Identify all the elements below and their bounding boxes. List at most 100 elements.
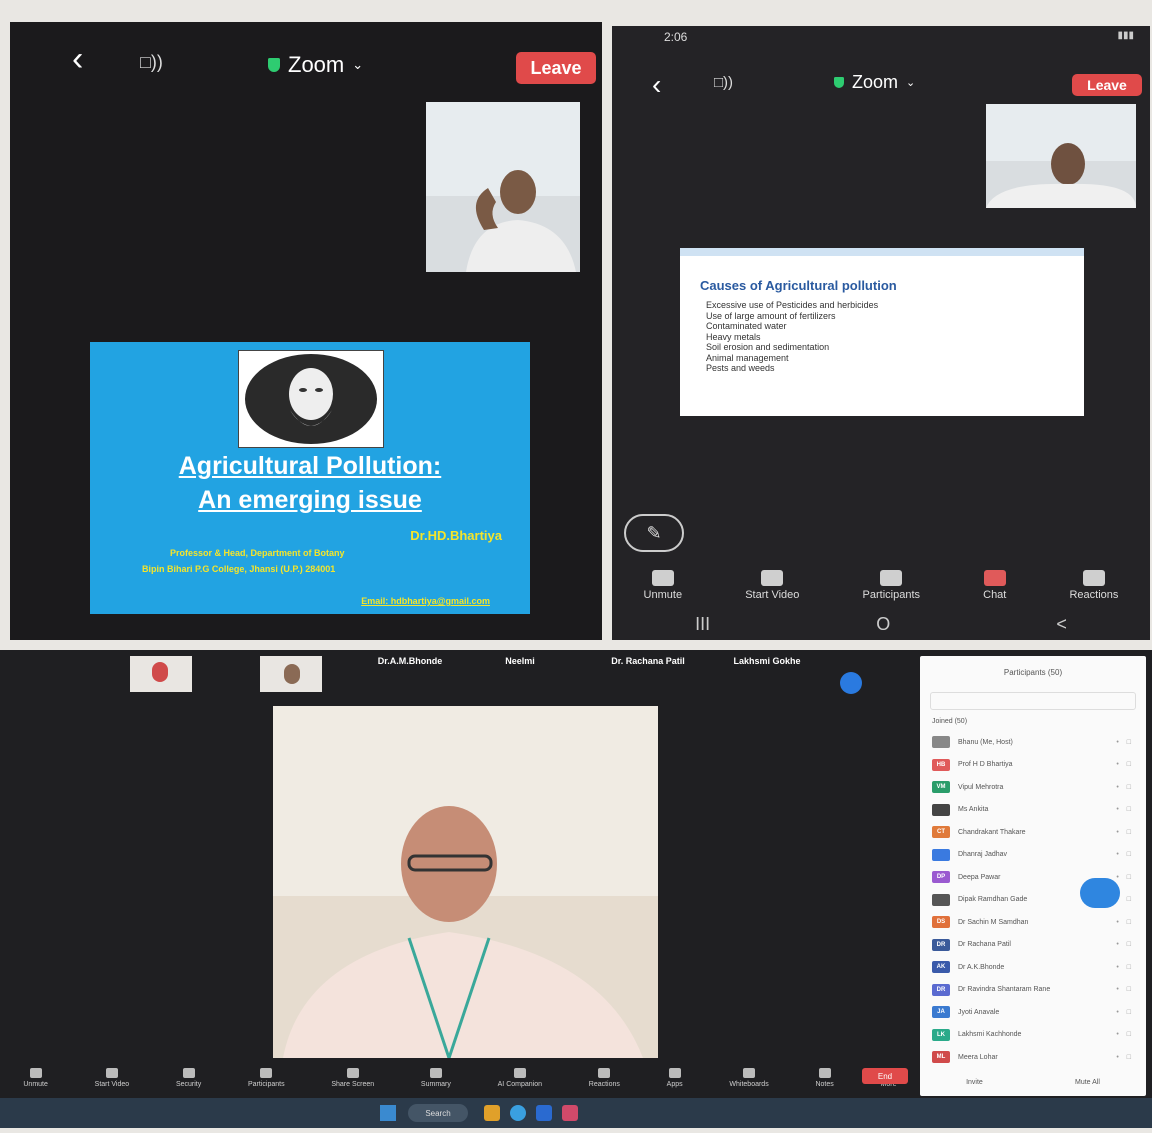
shield-icon <box>834 77 844 88</box>
zoom-menu[interactable]: Zoom ⌄ <box>268 52 363 78</box>
windows-start-icon[interactable] <box>380 1105 396 1121</box>
mic-camera-icon: • □ <box>1116 828 1134 836</box>
speaker-icon[interactable]: □)) <box>714 74 733 91</box>
toolbar-button[interactable]: Summary <box>421 1068 451 1088</box>
toolbar-button[interactable]: Reactions <box>589 1068 620 1088</box>
toolbar-button[interactable]: Whiteboards <box>729 1068 769 1088</box>
participant-thumbnail[interactable] <box>130 656 192 692</box>
slide-bullet: Use of large amount of fertilizers <box>706 310 836 321</box>
participant-row[interactable]: HB Prof H D Bhartiya • □ <box>920 754 1146 777</box>
avatar: HB <box>932 758 950 771</box>
toolbar-button[interactable]: Unmute <box>23 1068 48 1088</box>
self-video[interactable] <box>426 102 580 272</box>
taskbar-search[interactable]: Search <box>408 1104 468 1122</box>
home-icon[interactable]: O <box>876 614 890 635</box>
next-page-icon[interactable] <box>840 672 862 694</box>
chevron-down-icon: ⌄ <box>352 57 364 72</box>
participant-tile[interactable]: Neelmi <box>470 656 570 690</box>
participants-button[interactable]: Participants <box>863 570 920 601</box>
toolbar-button[interactable]: Apps <box>667 1068 683 1088</box>
slide-bullet: Contaminated water <box>706 321 787 331</box>
toolbar-button[interactable]: Start Video <box>94 1068 130 1088</box>
participant-row[interactable]: Dhanraj Jadhav • □ <box>920 844 1146 867</box>
zoom-label: Zoom <box>852 72 899 92</box>
toolbar-button[interactable]: Participants <box>248 1068 285 1088</box>
search-input[interactable] <box>930 692 1136 710</box>
zoom-menu[interactable]: Zoom ⌄ <box>834 72 915 93</box>
participant-row[interactable]: Bhanu (Me, Host) • □ <box>920 731 1146 754</box>
mute-all-button[interactable]: Mute All <box>1075 1079 1100 1086</box>
back-nav-icon[interactable]: < <box>1056 614 1067 635</box>
browser-icon[interactable] <box>510 1105 526 1121</box>
meeting-toolbar: Unmute Start Video Participants Chat Rea… <box>612 570 1150 601</box>
chevron-down-icon: ⌄ <box>906 77 916 89</box>
participant-row[interactable]: Ms Ankita • □ <box>920 799 1146 822</box>
participant-row[interactable]: LK Lakhsmi Kachhonde • □ <box>920 1024 1146 1047</box>
toolbar-icon <box>818 1068 831 1078</box>
zoom-mobile-screen-1: ‹ □)) Zoom ⌄ Leave Agricultural Pollutio… <box>10 22 602 640</box>
slide-bullet: Animal management <box>706 352 789 363</box>
reactions-button[interactable]: Reactions <box>1069 570 1118 601</box>
participant-thumbnail[interactable] <box>260 656 322 692</box>
end-button[interactable]: End <box>862 1068 908 1084</box>
leave-button[interactable]: Leave <box>516 52 596 84</box>
participant-name: Dr Rachana Patil <box>958 941 1011 949</box>
participant-row[interactable]: AK Dr A.K.Bhonde • □ <box>920 956 1146 979</box>
edit-icon[interactable]: ✎ <box>624 514 684 552</box>
zoom-app-icon[interactable] <box>536 1105 552 1121</box>
slide-causes: Causes of Agricultural pollution Excessi… <box>680 248 1084 416</box>
toolbar-icon <box>105 1068 118 1078</box>
participant-name: Dr Ravindra Shantaram Rane <box>958 986 1051 994</box>
participants-panel: Participants (50) Joined (50) Bhanu (Me,… <box>920 656 1146 1096</box>
portrait-image <box>238 350 384 448</box>
floating-action-icon[interactable] <box>1080 878 1120 908</box>
participant-row[interactable]: DS Dr Sachin M Samdhan • □ <box>920 911 1146 934</box>
participant-row[interactable]: DR Dr Rachana Patil • □ <box>920 934 1146 957</box>
participant-tile[interactable]: Dr. Rachana Patil <box>590 656 706 690</box>
mic-camera-icon: • □ <box>1116 1008 1134 1016</box>
toolbar-button[interactable]: Share Screen <box>331 1068 374 1088</box>
toolbar-label: Participants <box>862 589 921 601</box>
participant-name: Dr A.K.Bhonde <box>958 963 1005 971</box>
file-explorer-icon[interactable] <box>484 1105 500 1121</box>
invite-button[interactable]: Invite <box>966 1079 983 1086</box>
participant-row[interactable]: VM Vipul Mehrotra • □ <box>920 776 1146 799</box>
self-video[interactable] <box>986 104 1136 208</box>
participants-title: Participants (50) <box>1003 668 1063 677</box>
avatar: ML <box>932 1051 950 1064</box>
toolbar-button[interactable]: Notes <box>815 1068 834 1088</box>
toolbar-label: Share Screen <box>331 1081 375 1088</box>
start-video-button[interactable]: Start Video <box>745 570 799 601</box>
participants-icon <box>880 570 903 586</box>
back-icon[interactable]: ‹ <box>652 68 661 102</box>
participant-row[interactable]: ML Meera Lohar • □ <box>920 1046 1146 1069</box>
participant-row[interactable]: CT Chandrakant Thakare • □ <box>920 821 1146 844</box>
participant-name: Dipak Ramdhan Gade <box>958 896 1028 904</box>
slide-heading: Causes of Agricultural pollution <box>700 278 897 293</box>
participants-section: Joined (50) <box>932 718 968 725</box>
slide-bullet: Pests and weeds <box>706 363 775 373</box>
participant-tile[interactable]: Lakhsmi Gokhe <box>712 656 822 690</box>
mic-camera-icon: • □ <box>1116 783 1134 791</box>
back-icon[interactable]: ‹ <box>72 42 83 76</box>
recents-icon[interactable]: III <box>695 614 710 635</box>
app-icon[interactable] <box>562 1105 578 1121</box>
participant-tile[interactable]: Dr.A.M.Bhonde <box>360 656 460 690</box>
toolbar-label: Unmute <box>643 589 683 601</box>
toolbar-icon <box>513 1068 526 1078</box>
toolbar-button[interactable]: Security <box>176 1068 201 1088</box>
unmute-button[interactable]: Unmute <box>643 570 683 601</box>
mic-camera-icon: • □ <box>1116 986 1134 994</box>
slide-bullets: Excessive use of Pesticides and herbicid… <box>706 300 878 374</box>
leave-button[interactable]: Leave <box>1072 74 1142 96</box>
meeting-toolbar: Unmute Start Video Security Participants Sha… <box>0 1058 920 1098</box>
avatar <box>932 893 950 906</box>
toolbar-label: Start Video <box>94 1081 130 1088</box>
chat-button[interactable]: Chat <box>983 570 1006 601</box>
mic-camera-icon: • □ <box>1116 806 1134 814</box>
toolbar-button[interactable]: AI Companion <box>498 1068 542 1088</box>
speaker-icon[interactable]: □)) <box>140 52 163 73</box>
participant-row[interactable]: JA Jyoti Anavale • □ <box>920 1001 1146 1024</box>
participant-row[interactable]: DR Dr Ravindra Shantaram Rane • □ <box>920 979 1146 1002</box>
status-time: 2:06 <box>664 30 688 44</box>
